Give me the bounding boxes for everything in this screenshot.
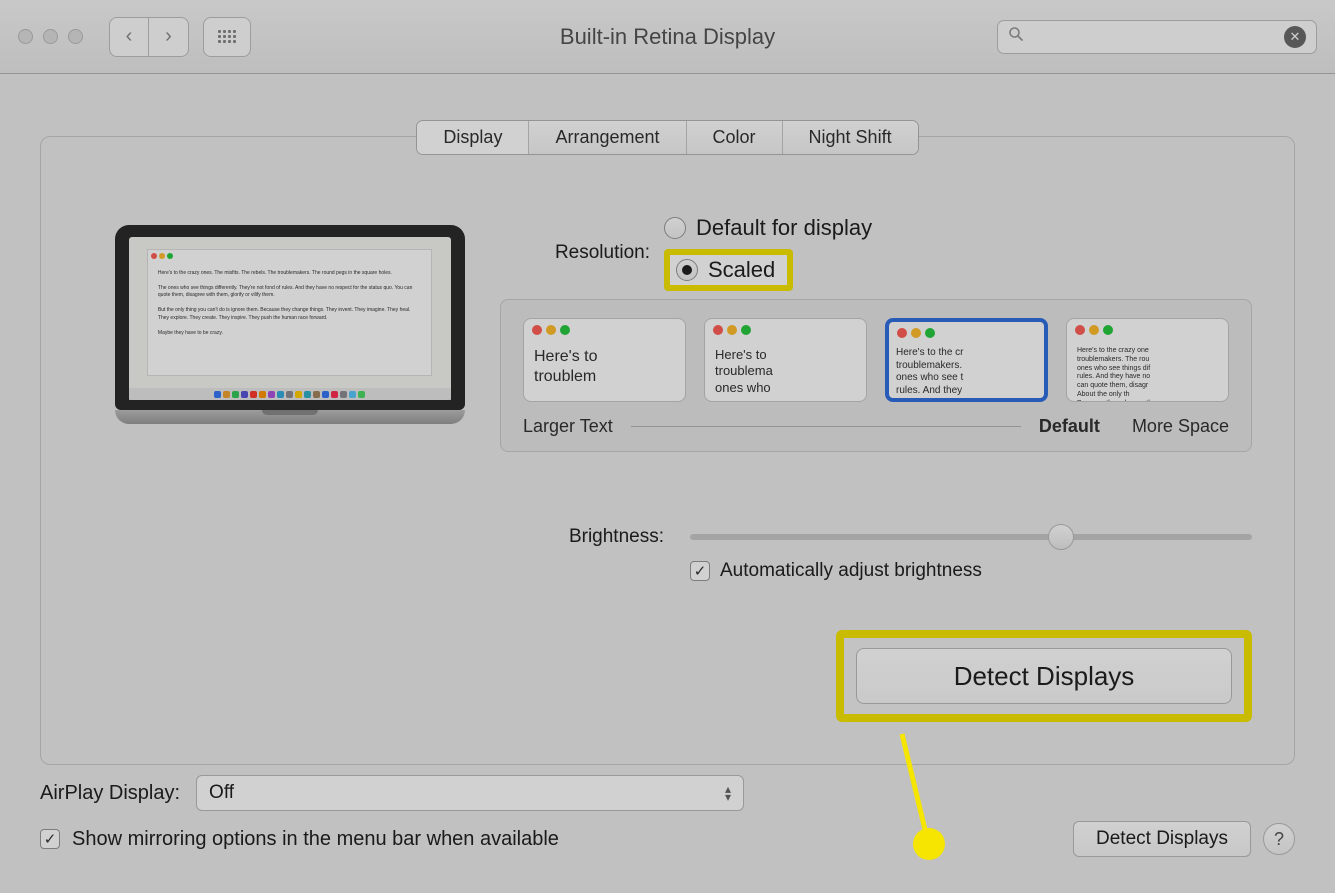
tab-night-shift[interactable]: Night Shift [783,121,918,154]
brightness-label: Brightness: [496,526,664,548]
scale-label-more: More Space [1132,416,1229,437]
auto-brightness-checkbox[interactable]: ✓ [690,561,710,581]
clear-search-button[interactable]: ✕ [1284,26,1306,48]
help-button[interactable]: ? [1263,823,1295,855]
airplay-select[interactable]: Off ▴▾ [196,775,744,811]
radio-scaled[interactable]: Scaled [664,249,793,291]
tab-display[interactable]: Display [417,121,529,154]
close-window-dot[interactable] [18,29,33,44]
mirroring-label: Show mirroring options in the menu bar w… [72,828,559,851]
macbook-illustration: Here's to the crazy ones. The misfits. T… [115,225,465,424]
window-traffic-lights [18,29,83,44]
minimize-window-dot[interactable] [43,29,58,44]
grid-icon [218,30,236,43]
radio-default-for-display[interactable]: Default for display [664,215,872,241]
scale-option-1[interactable]: Here's to troublem [523,318,686,402]
chevron-left-icon: ‹ [126,25,133,48]
auto-brightness-label: Automatically adjust brightness [720,560,982,582]
detect-displays-button[interactable]: Detect Displays [1073,821,1251,857]
brightness-slider[interactable] [690,534,1252,540]
question-icon: ? [1274,829,1284,850]
nav-back-forward: ‹ › [109,17,189,57]
tab-arrangement[interactable]: Arrangement [529,121,686,154]
scale-option-4[interactable]: Here's to the crazy one troublemakers. T… [1066,318,1229,402]
detect-displays-highlight: Detect Displays [836,630,1252,722]
search-field[interactable]: ✕ [997,20,1317,54]
search-icon [1008,26,1024,47]
airplay-value: Off [209,782,234,804]
scale-options-box: Here's to troublem Here's to troublema o… [500,299,1252,452]
close-icon: ✕ [1290,29,1301,45]
display-panel: Here's to the crazy ones. The misfits. T… [40,136,1295,765]
radio-label: Scaled [708,257,775,283]
scale-option-3[interactable]: Here's to the cr troublemakers. ones who… [885,318,1048,402]
scale-divider-line [631,426,1021,427]
updown-icon: ▴▾ [725,785,731,801]
radio-icon [676,259,698,281]
scale-label-larger: Larger Text [523,416,613,437]
annotation-dot [913,828,945,860]
scale-label-default: Default [1039,416,1100,437]
tab-color[interactable]: Color [687,121,783,154]
forward-button[interactable]: › [149,17,189,57]
dock-illustration [129,388,451,400]
show-all-button[interactable] [203,17,251,57]
settings-tabs: Display Arrangement Color Night Shift [416,120,918,155]
back-button[interactable]: ‹ [109,17,149,57]
scale-option-2[interactable]: Here's to troublema ones who [704,318,867,402]
radio-label: Default for display [696,215,872,241]
window-toolbar: ‹ › Built-in Retina Display ✕ [0,0,1335,74]
window-title: Built-in Retina Display [560,24,775,50]
resolution-label: Resolution: [496,242,664,264]
doc-preview: Here's to the crazy ones. The misfits. T… [147,249,432,377]
radio-icon [664,217,686,239]
chevron-right-icon: › [165,25,172,48]
detect-displays-button-large[interactable]: Detect Displays [856,648,1232,704]
zoom-window-dot[interactable] [68,29,83,44]
slider-thumb[interactable] [1048,524,1074,550]
airplay-label: AirPlay Display: [40,782,180,805]
mirroring-checkbox[interactable]: ✓ [40,829,60,849]
